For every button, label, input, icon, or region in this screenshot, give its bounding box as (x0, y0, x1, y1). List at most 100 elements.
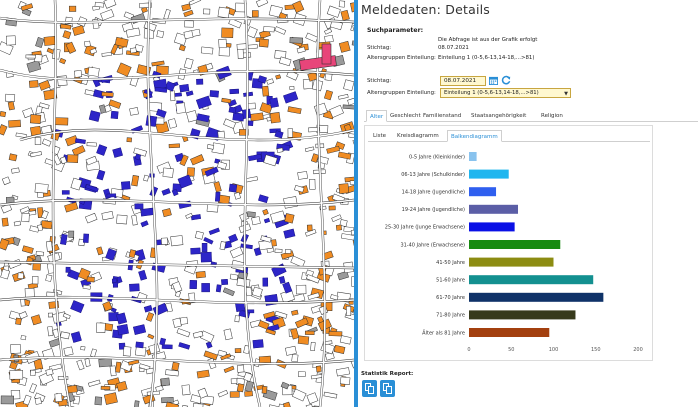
map-building (163, 8, 171, 20)
map-building (184, 20, 194, 28)
map-building (8, 153, 18, 162)
map-building (20, 335, 27, 341)
map-building (40, 220, 53, 230)
map-building (285, 249, 292, 254)
map-building (340, 376, 351, 385)
map-building (223, 118, 237, 129)
map-building (185, 90, 194, 97)
map-building (41, 138, 52, 147)
bar[interactable] (469, 275, 594, 285)
bar[interactable] (469, 169, 509, 179)
map-building (305, 274, 320, 284)
report-pdf-button[interactable] (362, 380, 377, 397)
map-building (229, 391, 240, 398)
map-building (181, 384, 191, 396)
tab-alter[interactable]: Alter (366, 110, 388, 122)
map-building (183, 30, 194, 40)
tab-staatsangehoerigkeit[interactable]: Staatsangehörigkeit (468, 110, 529, 122)
map-building (258, 38, 269, 48)
map-building (221, 27, 234, 39)
map-building (255, 0, 269, 8)
map-building (109, 365, 117, 377)
map-building (0, 124, 8, 136)
refresh-icon[interactable] (501, 75, 511, 85)
map-building (285, 345, 297, 356)
bar[interactable] (469, 310, 576, 320)
map-building (221, 278, 229, 286)
map-building (217, 389, 229, 398)
report-export-button[interactable] (380, 380, 395, 397)
map-building (156, 30, 165, 38)
map-building (57, 376, 69, 380)
map-building (155, 108, 167, 118)
map-building (29, 383, 37, 394)
bar[interactable] (469, 328, 550, 337)
query-source-text: Die Abfrage ist aus der Grafik erfolgt (438, 37, 538, 43)
panel-title: Meldedaten: Details (361, 2, 491, 17)
bar[interactable] (469, 222, 515, 232)
map-building (290, 255, 306, 268)
bar[interactable] (469, 257, 554, 267)
map-building (200, 251, 212, 263)
map-building (45, 368, 54, 376)
map-building (289, 86, 295, 90)
map-view[interactable] (0, 0, 354, 407)
map-building (228, 183, 238, 193)
map-building (145, 367, 155, 375)
map-building (111, 278, 118, 283)
category-label: 51-60 Jahre (436, 278, 465, 284)
map-building (335, 224, 342, 231)
map-building (112, 147, 123, 158)
category-label: 31-40 Jahre (Erwachsene) (400, 242, 465, 248)
tab-familienstand[interactable]: Familienstand (420, 110, 464, 122)
altersgruppen-value: Einteilung 1 (0-5,6-13,14-18,...>81) (438, 55, 535, 61)
map-canvas[interactable] (0, 0, 354, 407)
map-building (246, 211, 256, 218)
map-building (54, 117, 69, 126)
map-building (274, 26, 287, 35)
map-building (84, 40, 91, 48)
map-building (291, 309, 299, 316)
map-building (143, 174, 150, 182)
map-building (167, 118, 178, 129)
bar[interactable] (469, 187, 497, 197)
map-building (287, 106, 302, 115)
map-building (131, 214, 138, 226)
bar[interactable] (469, 240, 561, 249)
map-building (214, 191, 221, 202)
map-building (282, 281, 293, 294)
map-building (35, 37, 45, 48)
map-building (295, 284, 307, 295)
subtab-liste[interactable]: Liste (370, 130, 389, 142)
map-building (94, 1, 105, 8)
map-building (9, 361, 18, 370)
map-building (28, 80, 39, 88)
map-building (190, 247, 201, 255)
subtab-kreisdiagramm[interactable]: Kreisdiagramm (394, 130, 442, 142)
map-building (60, 331, 70, 340)
form-stichtag-label: Stichtag: (367, 78, 392, 84)
map-building (283, 228, 296, 239)
map-building (133, 147, 147, 157)
map-building (258, 194, 269, 204)
tab-geschlecht[interactable]: Geschlecht (387, 110, 424, 122)
map-building (211, 142, 226, 155)
subtab-balkendiagramm[interactable]: Balkendiagramm (447, 130, 502, 142)
tab-religion[interactable]: Religion (538, 110, 566, 122)
calendar-icon[interactable] (489, 76, 498, 85)
map-building (195, 271, 206, 279)
bar[interactable] (469, 292, 604, 302)
date-input[interactable]: 08.07.2021 (440, 76, 486, 86)
map-building (252, 339, 264, 349)
map-building (96, 144, 108, 156)
map-building (8, 119, 21, 128)
map-building (98, 104, 107, 114)
altersgruppen-label: Altersgruppen Einteilung: (367, 55, 436, 61)
map-building (338, 0, 346, 8)
map-building (189, 280, 198, 290)
altersgruppen-select[interactable]: Einteilung 1 (0-5,6-13,14-18,...>81) ▼ (440, 88, 571, 98)
bar[interactable] (469, 152, 477, 161)
map-building (101, 91, 114, 97)
map-building (176, 328, 191, 338)
bar[interactable] (469, 204, 519, 214)
